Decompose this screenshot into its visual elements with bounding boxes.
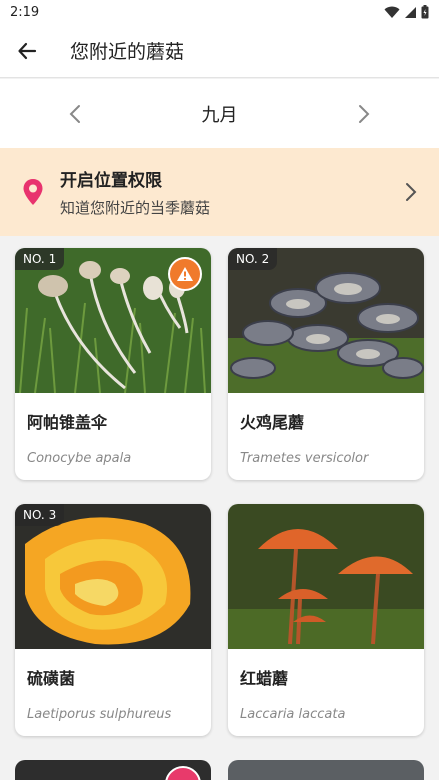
location-pin-icon: [16, 175, 50, 209]
previous-month-button[interactable]: [60, 99, 90, 129]
app-bar: 您附近的蘑菇: [0, 24, 439, 78]
mushroom-card-partial[interactable]: [228, 760, 424, 780]
next-month-button[interactable]: [349, 99, 379, 129]
mushroom-card[interactable]: NO. 2 火鸡尾蘑 Trametes versicolor: [228, 248, 424, 480]
signal-icon: [405, 6, 416, 18]
rank-badge: NO. 2: [228, 248, 278, 270]
arrow-back-icon: [18, 42, 37, 59]
page-title: 您附近的蘑菇: [70, 41, 185, 63]
chevron-left-icon: [69, 104, 80, 123]
mushroom-card[interactable]: NO. 3 硫磺菌 Laetiporus sulphureus: [15, 504, 211, 736]
back-button[interactable]: [0, 24, 54, 78]
mushroom-card[interactable]: 红蜡蘑 Laccaria laccata: [228, 504, 424, 736]
warning-icon: [177, 267, 193, 281]
warning-badge: [168, 257, 202, 291]
mushroom-photo: NO. 1: [15, 248, 211, 393]
status-icons: [384, 5, 429, 19]
mushroom-latin-name: Conocybe apala: [27, 451, 132, 466]
mushroom-card[interactable]: NO. 1 阿帕锥盖伞 Conocybe apala: [15, 248, 211, 480]
mushroom-name: 红蜡蘑: [240, 669, 289, 688]
mushroom-latin-name: Trametes versicolor: [240, 451, 369, 466]
chevron-right-icon: [399, 180, 423, 204]
mushroom-name: 硫磺菌: [27, 669, 76, 688]
battery-icon: [421, 5, 429, 19]
month-label: 九月: [201, 104, 238, 126]
rank-badge: NO. 1: [15, 248, 65, 270]
mushroom-name: 火鸡尾蘑: [240, 413, 305, 432]
warning-badge: [165, 766, 201, 780]
location-permission-banner[interactable]: 开启位置权限 知道您附近的当季蘑菇: [0, 148, 439, 236]
mushroom-grid: NO. 1 阿帕锥盖伞 Conocybe apala NO. 2 火鸡尾蘑 Tr…: [15, 248, 425, 736]
status-bar: 2:19: [0, 0, 439, 24]
status-time: 2:19: [10, 4, 40, 20]
mushroom-latin-name: Laetiporus sulphureus: [27, 707, 172, 722]
mushroom-name: 阿帕锥盖伞: [27, 413, 108, 432]
mushroom-photo: NO. 2: [228, 248, 424, 393]
mushroom-card-partial[interactable]: [15, 760, 211, 780]
month-selector: 九月: [0, 79, 439, 148]
chevron-right-icon: [359, 104, 370, 123]
mushroom-photo: NO. 3: [15, 504, 211, 649]
mushroom-photo: [228, 504, 424, 649]
location-subtitle: 知道您附近的当季蘑菇: [60, 199, 211, 217]
mushroom-latin-name: Laccaria laccata: [240, 707, 346, 722]
rank-badge: NO. 3: [15, 504, 65, 526]
wifi-icon: [384, 6, 400, 18]
location-title: 开启位置权限: [60, 171, 162, 191]
partial-card-row: [15, 760, 425, 780]
